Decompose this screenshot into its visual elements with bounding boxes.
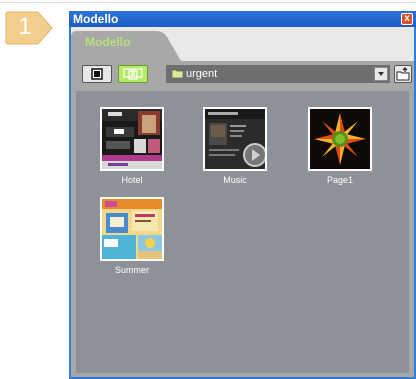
template-tile[interactable]: Page1 [296,97,376,197]
tab-strip: Modello [71,27,414,61]
close-icon: x [404,13,410,24]
tab-modello[interactable]: Modello [85,35,130,49]
folder-up-icon [396,67,410,81]
folder-icon [172,69,183,78]
toolbar: urgent [71,61,414,87]
window-title: Modello [73,12,119,26]
panel: Modello urgent Hotel Music Page1 Summer [71,27,414,377]
template-tile[interactable]: Hotel [88,97,168,197]
chevron-down-icon[interactable] [374,67,388,81]
close-button[interactable]: x [401,13,413,25]
content-area: urgent Hotel Music Page1 Summer [71,61,414,377]
template-grid: Hotel Music Page1 Summer [76,91,409,373]
template-tile[interactable]: Summer [88,187,168,287]
multi-view-icon [123,68,143,80]
template-tile[interactable]: Music [191,97,271,197]
template-label: Summer [114,265,149,275]
step-badge: 1 [4,10,56,46]
folder-dropdown[interactable]: urgent [166,65,390,83]
thumbnail-hotel [100,107,164,171]
single-view-icon [91,68,103,80]
folder-name: urgent [186,68,218,80]
view-multi-button[interactable] [118,65,148,83]
template-label: Music [223,175,247,185]
thumbnail-page1 [308,107,372,171]
modello-window: Modello x Modello urgent Hotel Music Pag… [69,11,416,379]
template-label: Hotel [121,175,143,185]
top-divider [0,2,416,3]
template-label: Page1 [326,175,354,185]
step-number: 1 [18,13,32,40]
thumbnail-music [203,107,267,171]
folder-up-button[interactable] [394,65,412,83]
view-single-button[interactable] [82,65,112,83]
thumbnail-summer [100,197,164,261]
title-bar[interactable]: Modello x [69,11,416,27]
